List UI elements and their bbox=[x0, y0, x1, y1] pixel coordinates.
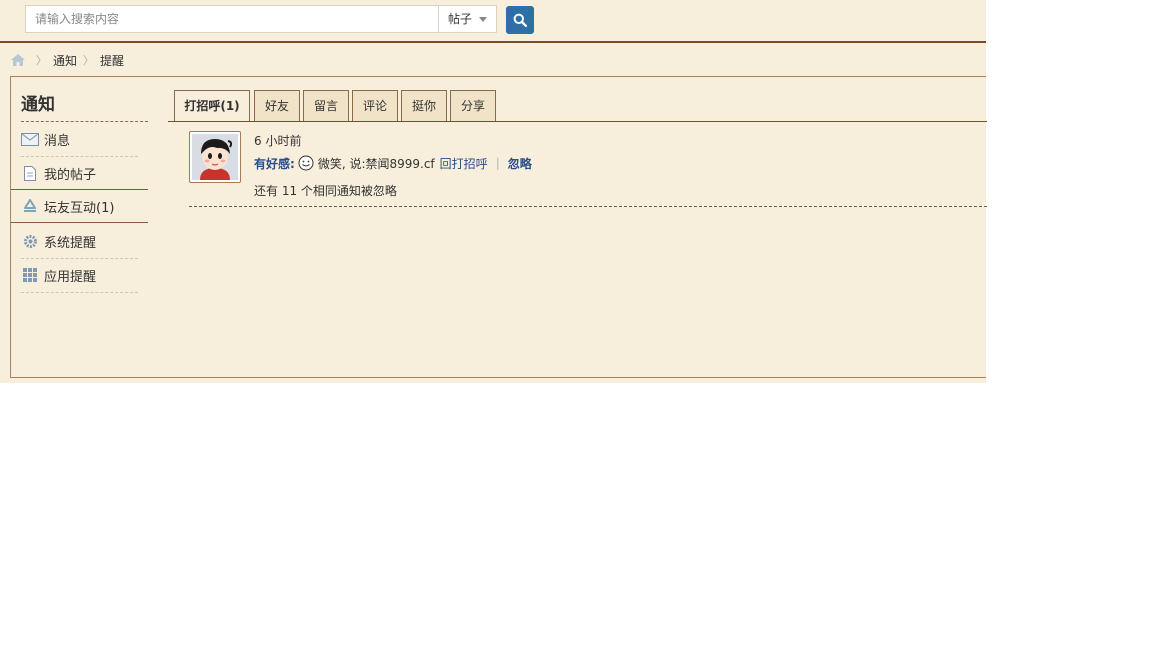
search-type-select[interactable]: 帖子 bbox=[438, 6, 496, 32]
notification-time: 6 小时前 bbox=[254, 134, 302, 148]
chevron-right-icon: 〉 bbox=[36, 54, 47, 67]
search-button[interactable] bbox=[506, 6, 534, 34]
main-panel: 通知 消息 我的帖子 坛友互动(1) 系统提醒 应用提醒 打招呼(1) 好友 留… bbox=[10, 76, 987, 378]
grid-icon bbox=[21, 267, 39, 283]
avatar[interactable] bbox=[189, 131, 241, 183]
notification-content: 有好感: 微笑, 说:禁闻8999.cf 回打招呼 | 忽略 bbox=[254, 154, 532, 172]
tab-support[interactable]: 挺你 bbox=[401, 90, 447, 121]
sidebar-item-label: 应用提醒 bbox=[44, 269, 97, 285]
sidebar-item-apps[interactable]: 应用提醒 bbox=[21, 258, 138, 293]
sidebar-title: 通知 bbox=[21, 95, 55, 115]
separator: | bbox=[495, 156, 500, 170]
tab-comments[interactable]: 评论 bbox=[352, 90, 398, 121]
search-box: 帖子 bbox=[25, 5, 497, 33]
divider bbox=[168, 121, 987, 122]
breadcrumb-current: 提醒 bbox=[100, 53, 125, 68]
search-icon bbox=[513, 13, 527, 27]
notification-sender[interactable]: 有好感: bbox=[254, 155, 295, 172]
gear-icon bbox=[21, 233, 39, 249]
document-icon bbox=[21, 165, 39, 181]
breadcrumb: 〉 通知 〉 提醒 bbox=[10, 51, 124, 69]
ignored-notice-text: 还有 11 个相同通知被忽略 bbox=[254, 184, 397, 198]
search-input[interactable] bbox=[26, 6, 437, 32]
home-icon[interactable] bbox=[10, 53, 26, 67]
ignore-link[interactable]: 忽略 bbox=[508, 155, 532, 172]
smile-icon bbox=[298, 155, 314, 171]
envelope-icon bbox=[21, 131, 39, 147]
page: 帖子 〉 通知 〉 提醒 通知 消息 bbox=[0, 0, 987, 383]
top-bar: 帖子 bbox=[0, 0, 986, 43]
sidebar: 通知 消息 我的帖子 坛友互动(1) 系统提醒 应用提醒 bbox=[11, 77, 149, 377]
chevron-down-icon bbox=[479, 17, 487, 22]
tab-messages[interactable]: 留言 bbox=[303, 90, 349, 121]
sidebar-item-label: 我的帖子 bbox=[44, 167, 97, 183]
notification-item: 6 小时前 有好感: 微笑, 说:禁闻8999.cf 回打招呼 | 忽略 还有 … bbox=[189, 131, 987, 206]
reply-greeting-link[interactable]: 回打招呼 bbox=[440, 155, 488, 172]
notification-message: 微笑, 说:禁闻8999.cf bbox=[317, 156, 435, 171]
sidebar-item-system[interactable]: 系统提醒 bbox=[21, 224, 138, 259]
sidebar-item-interaction[interactable]: 坛友互动(1) bbox=[11, 189, 148, 223]
sidebar-item-my-posts[interactable]: 我的帖子 bbox=[21, 156, 138, 191]
sidebar-item-label: 系统提醒 bbox=[44, 235, 97, 251]
tab-friends[interactable]: 好友 bbox=[254, 90, 300, 121]
chevron-right-icon: 〉 bbox=[83, 54, 95, 67]
breadcrumb-link-notice[interactable]: 通知 bbox=[53, 52, 77, 69]
search-type-label: 帖子 bbox=[448, 12, 473, 26]
sidebar-item-label: 坛友互动(1) bbox=[44, 200, 115, 216]
recycle-icon bbox=[21, 198, 39, 214]
divider bbox=[189, 206, 987, 207]
tab-greeting[interactable]: 打招呼(1) bbox=[174, 90, 250, 122]
sidebar-item-label: 消息 bbox=[44, 133, 71, 149]
sidebar-item-messages[interactable]: 消息 bbox=[21, 122, 138, 157]
tab-share[interactable]: 分享 bbox=[450, 90, 496, 121]
